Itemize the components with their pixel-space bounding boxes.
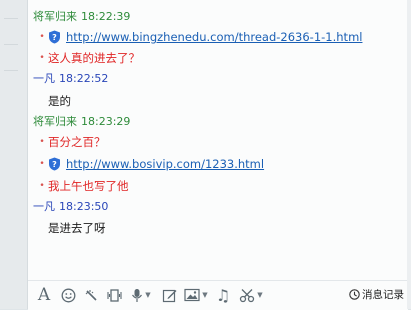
svg-text:?: ? xyxy=(52,33,57,42)
voice-icon[interactable]: ▼ xyxy=(128,285,154,305)
sender-name: 将军归来 xyxy=(33,10,77,23)
left-side-strip xyxy=(0,0,27,309)
message-history-button[interactable]: 消息记录 xyxy=(349,287,404,302)
sender-name: 一凡 xyxy=(33,72,55,85)
sender-name: 一凡 xyxy=(33,200,55,213)
sender-name: 将军归来 xyxy=(33,115,77,128)
font-icon[interactable]: A xyxy=(34,285,54,305)
message-text: 百分之百？ xyxy=(48,135,106,149)
emoji-icon[interactable] xyxy=(59,285,77,305)
history-label: 消息记录 xyxy=(362,289,404,301)
message-header: 将军归来 18:23:29 xyxy=(33,115,130,129)
window-right-edge xyxy=(407,0,411,309)
message-line: • 这人真的进去了？ xyxy=(36,51,140,66)
message-time: 18:22:52 xyxy=(59,72,109,85)
bullet: • xyxy=(39,137,45,147)
edit-image-icon[interactable] xyxy=(160,285,178,305)
message-line: • 百分之百？ xyxy=(36,135,106,150)
screenshot-icon[interactable]: ▼ xyxy=(237,285,265,305)
image-icon[interactable]: ▼ xyxy=(182,285,210,305)
clock-icon xyxy=(349,289,360,300)
strip-divider xyxy=(4,18,18,19)
chat-panel: 将军归来 18:22:39 •? http://www.bingzhenedu.co… xyxy=(27,0,409,310)
chevron-down-icon: ▼ xyxy=(145,291,151,299)
message-header: 将军归来 18:22:39 xyxy=(33,10,130,24)
security-shield-icon: ? xyxy=(49,30,60,44)
message-text: 是进去了呀 xyxy=(48,221,106,235)
bullet: • xyxy=(39,159,45,169)
message-link[interactable]: http://www.bosivip.com/1233.html xyxy=(66,157,264,171)
security-shield-icon: ? xyxy=(49,157,60,171)
input-toolbar: A ▼ ▼ ♫ ▼ 消息记录 xyxy=(28,280,408,310)
message-list[interactable]: 将军归来 18:22:39 •? http://www.bingzhenedu.co… xyxy=(28,0,408,280)
strip-divider xyxy=(4,70,18,71)
message-line: • 我上午也写了他 xyxy=(36,179,129,194)
strip-divider xyxy=(4,44,18,45)
message-line: •? http://www.bosivip.com/1233.html xyxy=(36,157,264,172)
message-text: 我上午也写了他 xyxy=(48,179,129,193)
bullet: • xyxy=(39,32,45,42)
bullet: • xyxy=(39,53,45,63)
message-header: 一凡 18:23:50 xyxy=(33,200,108,214)
message-line: 是进去了呀 xyxy=(48,221,106,236)
message-text: 是的 xyxy=(48,94,71,108)
bullet: • xyxy=(39,181,45,191)
message-text: 这人真的进去了？ xyxy=(48,51,140,65)
message-link[interactable]: http://www.bingzhenedu.com/thread-2636-1… xyxy=(66,30,362,44)
message-time: 18:23:29 xyxy=(81,115,131,128)
chevron-down-icon: ▼ xyxy=(257,291,263,299)
message-line: 是的 xyxy=(48,94,71,109)
message-time: 18:23:50 xyxy=(59,200,109,213)
magic-icon[interactable] xyxy=(82,285,100,305)
shake-icon[interactable] xyxy=(104,285,124,305)
message-header: 一凡 18:22:52 xyxy=(33,72,108,86)
message-time: 18:22:39 xyxy=(81,10,131,23)
chevron-down-icon: ▼ xyxy=(202,291,208,299)
music-icon[interactable]: ♫ xyxy=(214,285,232,305)
message-line: •? http://www.bingzhenedu.com/thread-2636… xyxy=(36,30,362,45)
svg-text:?: ? xyxy=(52,160,57,169)
